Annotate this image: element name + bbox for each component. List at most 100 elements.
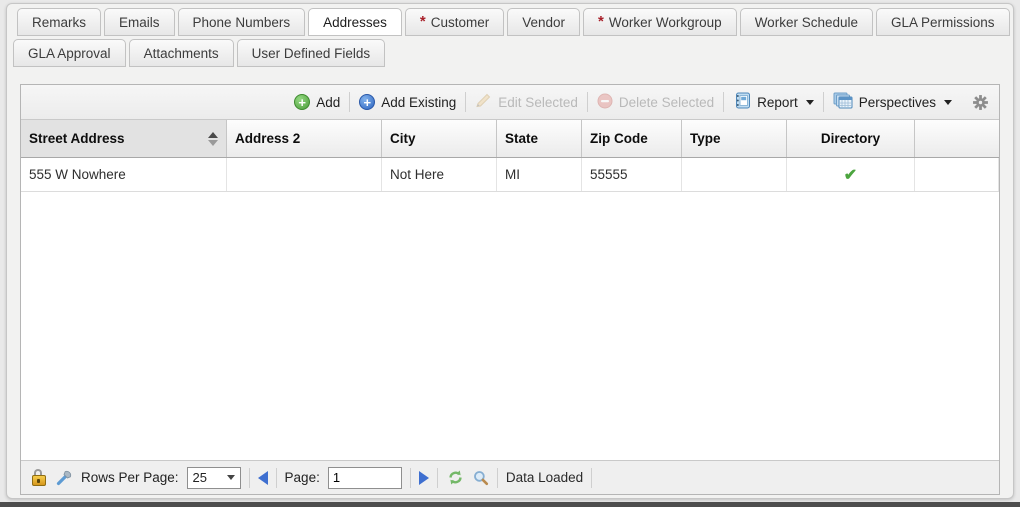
tab-label: Remarks xyxy=(32,15,86,30)
tab-vendor[interactable]: Vendor xyxy=(507,8,580,36)
tab-customer[interactable]: * Customer xyxy=(405,8,504,36)
refresh-button[interactable] xyxy=(446,469,465,486)
tab-label: Phone Numbers xyxy=(193,15,291,30)
footer-divider xyxy=(410,468,411,488)
tab-label: Customer xyxy=(431,15,490,30)
search-button[interactable] xyxy=(473,470,489,486)
refresh-icon xyxy=(446,469,465,486)
delete-selected-button[interactable]: Delete Selected xyxy=(597,93,714,112)
sort-icon[interactable] xyxy=(208,132,218,146)
column-header-label: Type xyxy=(690,131,721,146)
cell-directory: ✔ xyxy=(787,158,915,191)
column-header-zip-code[interactable]: Zip Code xyxy=(582,120,682,157)
lock-icon[interactable] xyxy=(31,469,48,486)
toolbar-divider xyxy=(723,92,724,112)
column-header-label: State xyxy=(505,131,538,146)
footer-divider xyxy=(437,468,438,488)
cell-city: Not Here xyxy=(382,158,497,191)
perspectives-button[interactable]: Perspectives xyxy=(833,92,952,112)
cell-type xyxy=(682,158,787,191)
column-header-directory[interactable]: Directory xyxy=(787,120,915,157)
tab-addresses[interactable]: Addresses xyxy=(308,8,402,36)
tab-label: Worker Workgroup xyxy=(609,15,722,30)
tab-label: GLA Permissions xyxy=(891,15,995,30)
tab-label: GLA Approval xyxy=(28,46,111,61)
edit-selected-label: Edit Selected xyxy=(498,95,578,110)
toolbar-divider xyxy=(823,92,824,112)
footer-divider xyxy=(276,468,277,488)
add-existing-icon: + xyxy=(359,94,375,110)
settings-gear-button[interactable] xyxy=(972,94,989,111)
column-header-label: Zip Code xyxy=(590,131,648,146)
required-marker-icon: * xyxy=(598,17,604,27)
column-header-state[interactable]: State xyxy=(497,120,582,157)
tab-worker-schedule[interactable]: Worker Schedule xyxy=(740,8,873,36)
chevron-down-icon xyxy=(227,475,235,480)
report-icon xyxy=(733,92,751,112)
search-icon xyxy=(473,470,489,486)
tab-row-2: GLA Approval Attachments User Defined Fi… xyxy=(7,39,1013,69)
toolbar-divider xyxy=(465,92,466,112)
next-page-button[interactable] xyxy=(419,471,429,485)
footer-divider xyxy=(591,468,592,488)
tab-user-defined-fields[interactable]: User Defined Fields xyxy=(237,39,386,67)
column-header-label: Street Address xyxy=(29,131,125,146)
tab-label: Worker Schedule xyxy=(755,15,858,30)
tab-gla-approval[interactable]: GLA Approval xyxy=(13,39,126,67)
tab-label: Attachments xyxy=(144,46,219,61)
column-header-label: City xyxy=(390,131,416,146)
column-header-city[interactable]: City xyxy=(382,120,497,157)
delete-selected-label: Delete Selected xyxy=(619,95,714,110)
cell-state: MI xyxy=(497,158,582,191)
cell-zip-code: 55555 xyxy=(582,158,682,191)
perspectives-button-label: Perspectives xyxy=(859,95,936,110)
tab-label: User Defined Fields xyxy=(252,46,371,61)
tab-label: Addresses xyxy=(323,15,387,30)
status-text: Data Loaded xyxy=(506,470,583,485)
tab-gla-permissions[interactable]: GLA Permissions xyxy=(876,8,1010,36)
cell-address-2 xyxy=(227,158,382,191)
rows-per-page-label: Rows Per Page: xyxy=(81,470,179,485)
table-header-row: Street Address Address 2 City State Zip … xyxy=(21,120,999,158)
page-input[interactable] xyxy=(328,467,402,489)
report-button[interactable]: Report xyxy=(733,92,814,112)
table-body: 555 W Nowhere Not Here MI 55555 ✔ xyxy=(21,158,999,460)
footer-divider xyxy=(249,468,250,488)
table-row[interactable]: 555 W Nowhere Not Here MI 55555 ✔ xyxy=(21,158,999,192)
edit-selected-button[interactable]: Edit Selected xyxy=(475,92,578,112)
cell-street-address: 555 W Nowhere xyxy=(21,158,227,191)
chevron-down-icon xyxy=(806,100,814,105)
grid-footer: Rows Per Page: 25 Page: xyxy=(21,460,999,494)
add-button-label: Add xyxy=(316,95,340,110)
cell-blank xyxy=(915,158,999,191)
tab-row-1: Remarks Emails Phone Numbers Addresses *… xyxy=(7,8,1013,38)
tab-label: Vendor xyxy=(522,15,565,30)
wrench-icon[interactable] xyxy=(56,469,73,486)
window-bottom-edge xyxy=(0,502,1020,507)
tab-phone-numbers[interactable]: Phone Numbers xyxy=(178,8,306,36)
delete-icon xyxy=(597,93,613,112)
toolbar-divider xyxy=(587,92,588,112)
add-button[interactable]: + Add xyxy=(294,94,340,110)
directory-check-icon: ✔ xyxy=(844,165,857,185)
add-existing-button[interactable]: + Add Existing xyxy=(359,94,456,110)
chevron-down-icon xyxy=(944,100,952,105)
gear-icon xyxy=(972,94,989,111)
column-header-street-address[interactable]: Street Address xyxy=(21,120,227,157)
perspectives-icon xyxy=(833,92,853,112)
add-existing-button-label: Add Existing xyxy=(381,95,456,110)
tab-worker-workgroup[interactable]: * Worker Workgroup xyxy=(583,8,737,36)
column-header-type[interactable]: Type xyxy=(682,120,787,157)
tab-remarks[interactable]: Remarks xyxy=(17,8,101,36)
toolbar-divider xyxy=(349,92,350,112)
tab-label: Emails xyxy=(119,15,160,30)
tab-emails[interactable]: Emails xyxy=(104,8,175,36)
rows-per-page-select[interactable]: 25 xyxy=(187,467,241,489)
column-header-label: Directory xyxy=(821,131,880,146)
tab-attachments[interactable]: Attachments xyxy=(129,39,234,67)
column-header-address-2[interactable]: Address 2 xyxy=(227,120,382,157)
page-label: Page: xyxy=(285,470,320,485)
prev-page-button[interactable] xyxy=(258,471,268,485)
tab-panel: Remarks Emails Phone Numbers Addresses *… xyxy=(6,3,1014,499)
addresses-screen: Remarks Emails Phone Numbers Addresses *… xyxy=(0,0,1020,507)
